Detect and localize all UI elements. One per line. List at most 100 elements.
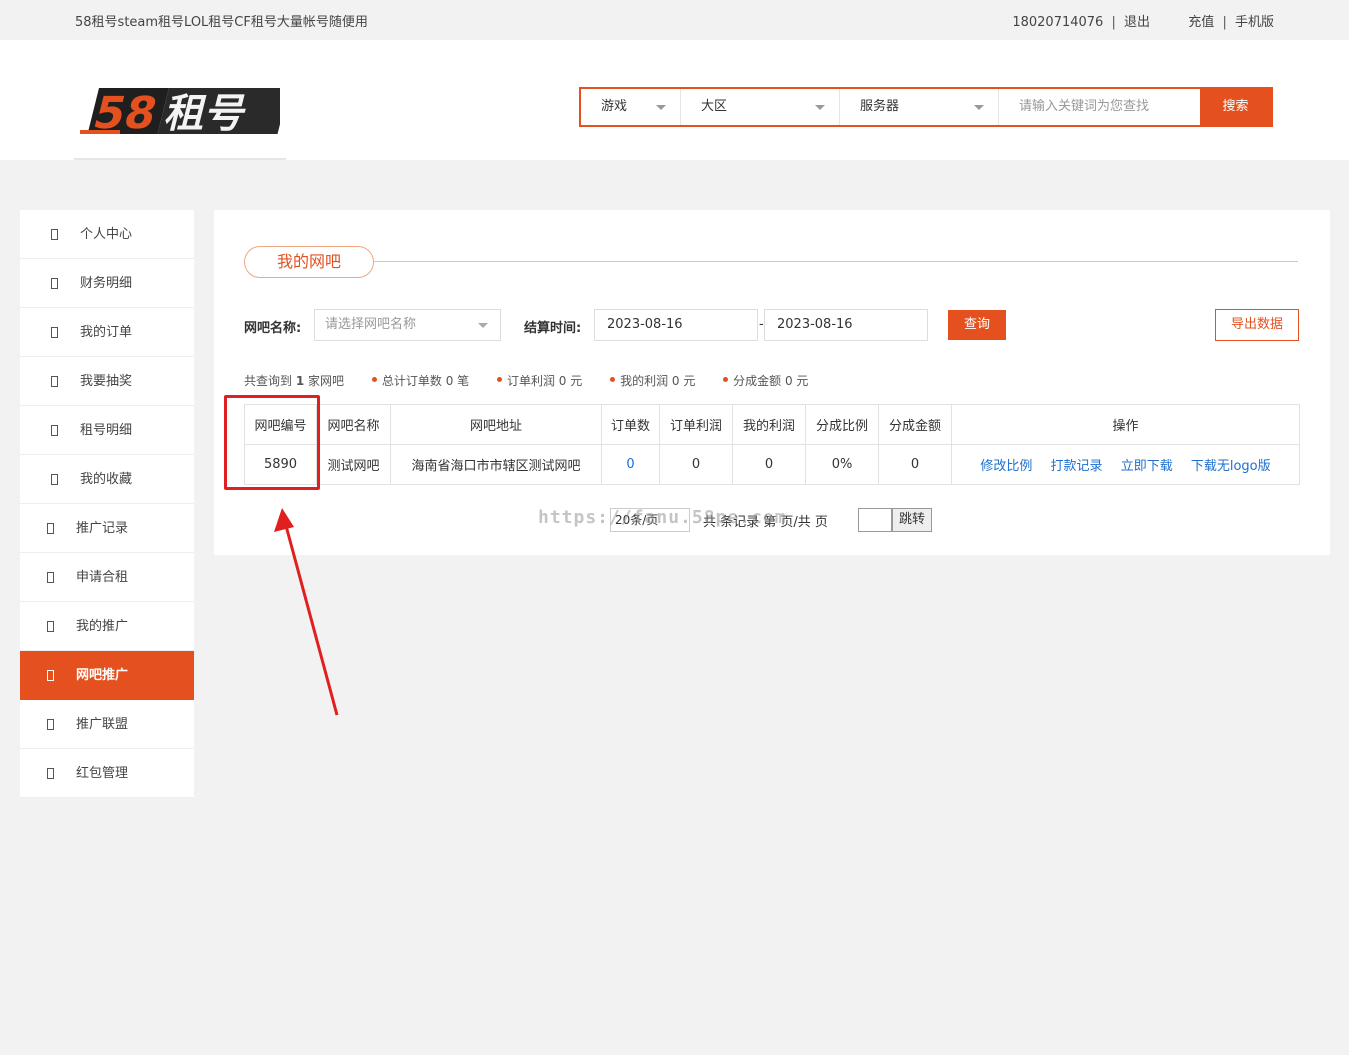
netcafe-name-label: 网吧名称: bbox=[244, 321, 302, 336]
bullet-icon bbox=[496, 377, 502, 382]
sidebar-item-label: 我的推广 bbox=[76, 619, 129, 634]
menu-icon bbox=[51, 425, 58, 436]
col-header-ratio: 分成比例 bbox=[805, 404, 879, 445]
game-select-label: 游戏 bbox=[601, 99, 628, 114]
bullet-icon bbox=[610, 377, 616, 382]
sidebar-item-label: 我的收藏 bbox=[80, 472, 133, 487]
date-range-dash: - bbox=[759, 317, 764, 332]
search-bar: 游戏 大区 服务器 请输入关键词为您查找 搜索 bbox=[579, 87, 1273, 127]
share-amount-text: 分成金额 0 元 bbox=[733, 374, 809, 388]
game-select[interactable]: 游戏 bbox=[581, 89, 681, 125]
menu-icon bbox=[51, 229, 58, 240]
order-profit-stat: 订单利润 0 元 bbox=[496, 372, 582, 389]
main-panel: 我的网吧 网吧名称: 请选择网吧名称 结算时间: 2023-08-16 - 20… bbox=[214, 210, 1330, 555]
menu-icon bbox=[51, 474, 58, 485]
sidebar-item-label: 我要抽奖 bbox=[80, 374, 133, 389]
svg-text:租号: 租号 bbox=[161, 90, 253, 137]
col-header-amount: 分成金额 bbox=[878, 404, 952, 445]
download-now-link[interactable]: 立即下载 bbox=[1121, 459, 1173, 474]
sidebar-item-my-promotion[interactable]: 我的推广 bbox=[20, 602, 194, 651]
table-row: 5890 测试网吧 海南省海口市市辖区测试网吧 0 0 0 0% 0 修改比例 … bbox=[244, 444, 1300, 485]
logout-link[interactable]: 退出 bbox=[1124, 11, 1150, 30]
edit-ratio-link[interactable]: 修改比例 bbox=[980, 459, 1032, 474]
keyword-search-input[interactable]: 请输入关键词为您查找 bbox=[999, 89, 1200, 125]
menu-icon bbox=[47, 768, 54, 779]
server-select[interactable]: 服务器 bbox=[840, 89, 999, 125]
cell-address: 海南省海口市市辖区测试网吧 bbox=[390, 444, 602, 485]
netcafe-name-select[interactable]: 请选择网吧名称 bbox=[314, 309, 501, 341]
highlight-box bbox=[224, 395, 320, 490]
page-jump-button[interactable]: 跳转 bbox=[892, 508, 932, 532]
sidebar-item-label: 我的订单 bbox=[80, 325, 133, 340]
total-orders-text: 总计订单数 0 笔 bbox=[381, 374, 470, 388]
top-bar: 58租号steam租号LOL租号CF租号大量帐号随便用 18020714076 … bbox=[0, 0, 1349, 40]
col-header-orders: 订单数 bbox=[601, 404, 660, 445]
menu-icon bbox=[47, 719, 54, 730]
mobile-link[interactable]: 手机版 bbox=[1235, 11, 1274, 30]
sidebar-item-label: 红包管理 bbox=[76, 766, 129, 781]
summary-suffix: 家网吧 bbox=[308, 374, 345, 388]
sidebar-item-orders[interactable]: 我的订单 bbox=[20, 308, 194, 357]
cell-orders-link[interactable]: 0 bbox=[601, 444, 660, 485]
cell-amount: 0 bbox=[878, 444, 952, 485]
sidebar-item-red-packets[interactable]: 红包管理 bbox=[20, 749, 194, 798]
caret-down-icon bbox=[815, 105, 825, 110]
sidebar: 个人中心 财务明细 我的订单 我要抽奖 租号明细 我的收藏 推广记录 申请合租 … bbox=[20, 210, 194, 798]
cell-ratio: 0% bbox=[805, 444, 879, 485]
query-button[interactable]: 查询 bbox=[948, 310, 1006, 340]
menu-icon bbox=[47, 670, 54, 681]
sidebar-item-favorites[interactable]: 我的收藏 bbox=[20, 455, 194, 504]
caret-down-icon bbox=[656, 105, 666, 110]
separator: | bbox=[1111, 15, 1116, 30]
sidebar-item-label: 个人中心 bbox=[80, 227, 133, 242]
netcafe-name-placeholder: 请选择网吧名称 bbox=[325, 317, 417, 332]
caret-down-icon bbox=[974, 105, 984, 110]
sidebar-item-finance[interactable]: 财务明细 bbox=[20, 259, 194, 308]
share-amount-stat: 分成金额 0 元 bbox=[723, 372, 808, 389]
search-button[interactable]: 搜索 bbox=[1200, 89, 1271, 125]
total-orders-stat: 总计订单数 0 笔 bbox=[371, 372, 470, 389]
site-logo[interactable]: 58 租号 bbox=[80, 76, 280, 146]
query-summary: 共查询到 1 家网吧 总计订单数 0 笔 订单利润 0 元 我的利润 0 元 分… bbox=[244, 372, 808, 389]
col-header-my-profit: 我的利润 bbox=[732, 404, 806, 445]
table-header-row: 网吧编号 网吧名称 网吧地址 订单数 订单利润 我的利润 分成比例 分成金额 操… bbox=[244, 404, 1300, 445]
sidebar-item-personal-center[interactable]: 个人中心 bbox=[20, 210, 194, 259]
sidebar-item-label: 网吧推广 bbox=[76, 668, 129, 683]
download-no-logo-link[interactable]: 下载无logo版 bbox=[1191, 459, 1271, 474]
title-divider bbox=[374, 261, 1298, 262]
date-from-input[interactable]: 2023-08-16 bbox=[594, 309, 758, 341]
server-select-label: 服务器 bbox=[860, 99, 900, 114]
menu-icon bbox=[51, 376, 58, 387]
sidebar-item-netcafe-promotion[interactable]: 网吧推广 bbox=[20, 651, 194, 700]
filter-bar: 网吧名称: 请选择网吧名称 结算时间: 2023-08-16 - 2023-08… bbox=[244, 309, 1300, 341]
region-select-label: 大区 bbox=[701, 99, 728, 114]
sidebar-item-lottery[interactable]: 我要抽奖 bbox=[20, 357, 194, 406]
settle-time-label: 结算时间: bbox=[524, 321, 582, 336]
top-links: 18020714076 | 退出 充值 | 手机版 bbox=[1012, 11, 1274, 30]
sidebar-item-promo-alliance[interactable]: 推广联盟 bbox=[20, 700, 194, 749]
netcafe-table: 网吧编号 网吧名称 网吧地址 订单数 订单利润 我的利润 分成比例 分成金额 操… bbox=[244, 404, 1300, 485]
region-select[interactable]: 大区 bbox=[681, 89, 840, 125]
export-button[interactable]: 导出数据 bbox=[1215, 309, 1299, 341]
payment-records-link[interactable]: 打款记录 bbox=[1051, 459, 1103, 474]
logo-underline bbox=[74, 158, 286, 160]
sidebar-item-rental-details[interactable]: 租号明细 bbox=[20, 406, 194, 455]
site-slogan: 58租号steam租号LOL租号CF租号大量帐号随便用 bbox=[75, 15, 368, 30]
cell-my-profit: 0 bbox=[732, 444, 806, 485]
header: 58 租号 游戏 大区 服务器 请输入关键词为您查找 搜索 bbox=[0, 40, 1349, 160]
sidebar-item-label: 财务明细 bbox=[80, 276, 133, 291]
my-profit-stat: 我的利润 0 元 bbox=[610, 372, 695, 389]
date-to-input[interactable]: 2023-08-16 bbox=[764, 309, 928, 341]
summary-count: 1 bbox=[295, 374, 305, 388]
page-number-input[interactable] bbox=[858, 508, 892, 532]
sidebar-item-label: 推广联盟 bbox=[76, 717, 129, 732]
sidebar-item-label: 推广记录 bbox=[76, 521, 129, 536]
sidebar-item-label: 租号明细 bbox=[80, 423, 133, 438]
recharge-link[interactable]: 充值 bbox=[1188, 11, 1214, 30]
sidebar-item-shared-rental[interactable]: 申请合租 bbox=[20, 553, 194, 602]
cell-name: 测试网吧 bbox=[316, 444, 391, 485]
sidebar-item-promo-records[interactable]: 推广记录 bbox=[20, 504, 194, 553]
menu-icon bbox=[51, 278, 58, 289]
user-phone[interactable]: 18020714076 bbox=[1012, 15, 1103, 30]
summary-prefix: 共查询到 bbox=[244, 374, 293, 388]
